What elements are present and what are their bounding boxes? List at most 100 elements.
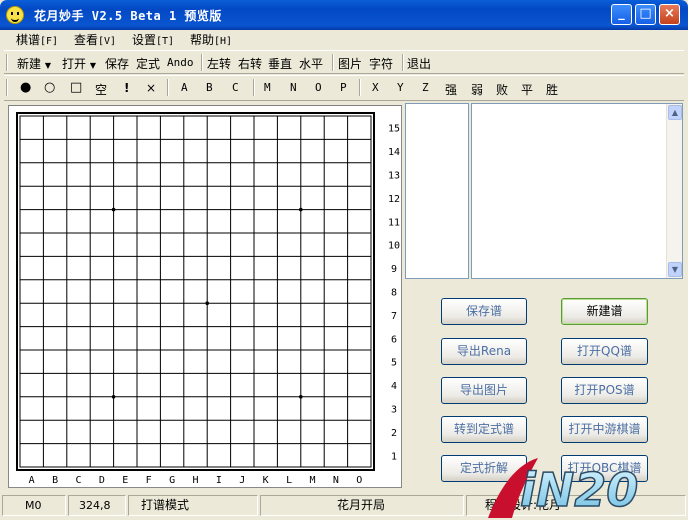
save-button[interactable]: 保存 — [105, 55, 129, 72]
comment-box[interactable]: ▲ ▼ — [471, 103, 683, 279]
mark-p-button[interactable]: P — [340, 81, 347, 94]
white-stone-icon[interactable]: ○ — [44, 80, 55, 95]
watermark-logo: iN20 — [488, 458, 639, 518]
exit-button[interactable]: 退出 — [407, 55, 431, 72]
mark-y-button[interactable]: Y — [397, 81, 404, 94]
ando-button[interactable]: Ando — [167, 56, 194, 69]
star-point — [299, 207, 303, 212]
scroll-up-arrow-icon[interactable]: ▲ — [668, 105, 682, 120]
mark-n-button[interactable]: N — [290, 81, 297, 94]
row-label: 1 — [391, 451, 397, 462]
gomoku-board-panel[interactable]: A B C D E F G H I J K L M N O 15 14 13 12 11 10 9 8 7 6 5 4 3 2 1 — [8, 105, 402, 488]
close-button[interactable]: × — [659, 4, 680, 25]
gomoku-board[interactable]: A B C D E F G H I J K L M N O 15 14 13 12 11 10 9 8 7 6 5 4 3 2 1 — [9, 106, 403, 489]
open-qq-button[interactable]: 打开QQ谱 — [561, 338, 648, 365]
save-record-button[interactable]: 保存谱 — [441, 298, 527, 325]
toolbar-separator — [402, 54, 404, 71]
toolbar-separator — [332, 54, 334, 71]
new-record-button[interactable]: 新建谱 — [561, 298, 648, 325]
column-label: I — [216, 475, 222, 486]
text-button[interactable]: 字符 — [369, 55, 393, 72]
title-bar: 花月妙手 V2.5 Beta 1 预览版 _ □ × — [0, 0, 688, 30]
column-label: F — [146, 475, 152, 486]
new-label: 新建 — [17, 57, 42, 71]
status-opening: 花月开局 — [260, 495, 464, 516]
row-label: 2 — [391, 428, 397, 439]
star-point — [111, 395, 116, 399]
open-button[interactable]: 打开 ▼ — [62, 55, 96, 72]
draw-button[interactable]: 平 — [521, 81, 533, 98]
weak-button[interactable]: 弱 — [471, 81, 483, 98]
flip-horizontal-button[interactable]: 水平 — [299, 55, 323, 72]
mark-m-button[interactable]: M — [264, 81, 271, 94]
scroll-down-arrow-icon[interactable]: ▼ — [668, 262, 682, 277]
open-zhongyou-button[interactable]: 打开中游棋谱 — [561, 416, 648, 443]
star-point — [299, 395, 303, 399]
row-label: 12 — [388, 194, 400, 205]
toolbar-grip — [6, 79, 8, 96]
window-title: 花月妙手 V2.5 Beta 1 预览版 — [34, 9, 222, 23]
menu-view[interactable]: 查看[V] — [74, 31, 116, 48]
export-rena-button[interactable]: 导出Rena — [441, 338, 527, 365]
column-label: L — [286, 475, 292, 486]
mark-b-button[interactable]: B — [206, 81, 213, 94]
square-mark-icon[interactable]: □ — [70, 80, 82, 95]
goto-joseki-button[interactable]: 转到定式谱 — [441, 416, 527, 443]
board-border — [16, 112, 375, 471]
strong-button[interactable]: 强 — [445, 81, 457, 98]
menu-view-label: 查看 — [74, 33, 99, 47]
mark-o-button[interactable]: O — [315, 81, 322, 94]
mark-c-button[interactable]: C — [232, 81, 239, 94]
column-label: N — [333, 475, 339, 486]
export-image-button[interactable]: 导出图片 — [441, 377, 527, 404]
star-point — [205, 301, 209, 305]
column-label: J — [239, 475, 245, 486]
menu-qipu-hotkey: [F] — [40, 36, 59, 47]
cross-mark-icon[interactable]: × — [146, 81, 156, 95]
main-toolbar: 新建 ▼ 打开 ▼ 保存 定式 Ando 左转 右转 垂直 水平 图片 字符 退… — [4, 50, 684, 74]
smiley-app-icon[interactable] — [6, 6, 24, 24]
row-label: 9 — [391, 264, 397, 275]
joseki-button[interactable]: 定式 — [136, 55, 160, 72]
mark-z-button[interactable]: Z — [422, 81, 429, 94]
flip-vertical-button[interactable]: 垂直 — [268, 55, 292, 72]
new-dropdown-arrow-icon[interactable]: ▼ — [45, 61, 51, 70]
comment-scrollbar[interactable]: ▲ ▼ — [666, 104, 682, 278]
status-move: M0 — [2, 495, 66, 516]
row-label: 14 — [388, 147, 400, 158]
row-label: 15 — [388, 124, 400, 135]
exclamation-mark-icon[interactable]: ! — [124, 81, 129, 95]
open-pos-button[interactable]: 打开POS谱 — [561, 377, 648, 404]
image-button[interactable]: 图片 — [338, 55, 362, 72]
move-list[interactable] — [405, 103, 469, 279]
column-label: A — [29, 475, 35, 486]
open-dropdown-arrow-icon[interactable]: ▼ — [90, 61, 96, 70]
lose-button[interactable]: 败 — [496, 81, 508, 98]
menu-qipu[interactable]: 棋谱[F] — [16, 31, 58, 48]
row-label: 11 — [388, 217, 400, 228]
win-button[interactable]: 胜 — [546, 81, 558, 98]
menu-settings[interactable]: 设置[T] — [132, 31, 174, 48]
row-label: 3 — [391, 405, 397, 416]
black-stone-icon[interactable]: ● — [20, 80, 31, 95]
empty-mark-button[interactable]: 空 — [95, 81, 107, 98]
open-label: 打开 — [62, 57, 87, 71]
new-button[interactable]: 新建 ▼ — [17, 55, 51, 72]
toolbar-separator — [167, 79, 169, 96]
maximize-button[interactable]: □ — [635, 4, 656, 25]
row-label: 8 — [391, 288, 397, 299]
mark-x-button[interactable]: X — [372, 81, 379, 94]
minimize-button[interactable]: _ — [611, 4, 632, 25]
menu-help[interactable]: 帮助[H] — [190, 31, 232, 48]
row-label: 7 — [391, 311, 397, 322]
row-label: 4 — [391, 381, 397, 392]
rotate-right-button[interactable]: 右转 — [238, 55, 262, 72]
watermark-text: iN20 — [520, 463, 638, 517]
row-label: 13 — [388, 171, 400, 182]
rotate-left-button[interactable]: 左转 — [207, 55, 231, 72]
column-label: D — [99, 475, 105, 486]
mark-a-button[interactable]: A — [181, 81, 188, 94]
row-label: 6 — [391, 334, 397, 345]
menu-bar: 棋谱[F] 查看[V] 设置[T] 帮助[H] — [4, 30, 684, 48]
menu-view-hotkey: [V] — [98, 36, 117, 47]
